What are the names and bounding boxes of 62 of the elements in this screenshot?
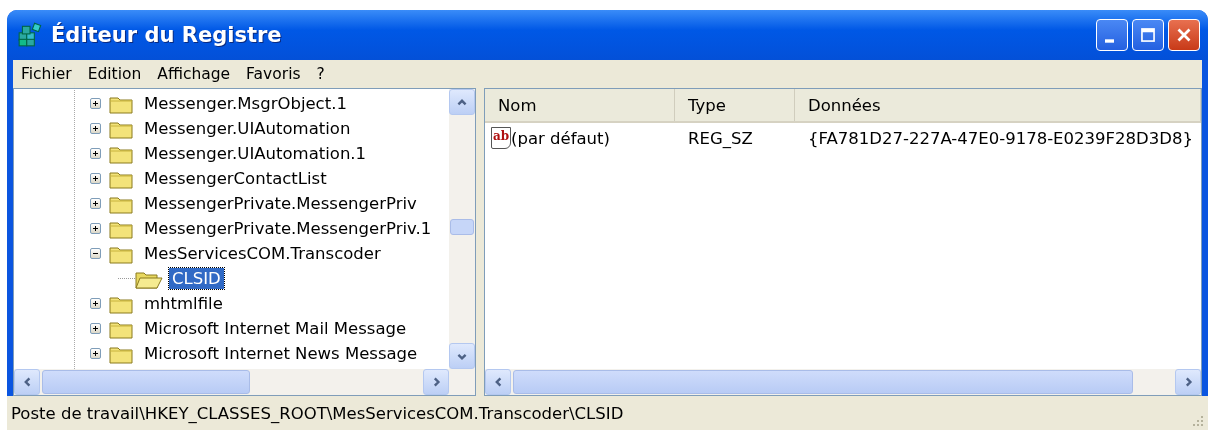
expand-toggle[interactable] [90,298,101,309]
tree-item[interactable]: MessengerContactList [141,168,330,189]
tree-item[interactable]: Microsoft Internet News Message [141,343,421,364]
column-header[interactable]: Type [675,89,795,121]
scroll-down-button[interactable] [449,343,475,369]
expand-toggle[interactable] [90,323,101,334]
column-header[interactable]: Données [795,89,1201,121]
vertical-scrollbar[interactable] [449,89,475,369]
string-value-icon: ab [491,127,511,149]
value-type: REG_SZ [687,128,754,148]
tree-item[interactable]: Messenger.MsgrObject.1 [141,93,350,114]
expand-toggle[interactable] [90,348,101,359]
value-data: {FA781D27-227A-47E0-9178-E0239F28D3D8} [807,128,1194,148]
tree-item[interactable]: MessengerPrivate.MessengerPriv [141,193,420,214]
plus-icon [91,174,100,183]
scroll-up-button[interactable] [449,89,475,115]
tree-item[interactable]: Messenger.UIAutomation.1 [141,143,370,164]
plus-icon [91,124,100,133]
collapse-toggle[interactable] [90,248,101,259]
plus-icon [91,199,100,208]
scroll-thumb[interactable] [42,370,250,394]
close-button[interactable] [1168,19,1200,51]
plus-icon [91,349,100,358]
window-title: Éditeur du Registre [51,23,283,47]
status-path: Poste de travail\HKEY_CLASSES_ROOT\MesServicesCOM.Transcoder\CLSID [11,403,624,423]
expand-toggle[interactable] [90,198,101,209]
scroll-left-button[interactable] [14,369,40,395]
column-header[interactable]: Nom [485,89,675,121]
plus-icon [91,149,100,158]
tree-item[interactable]: CLSID [169,268,224,289]
maximize-button[interactable] [1132,19,1164,51]
scroll-left-button[interactable] [485,369,511,395]
minimize-button[interactable] [1096,19,1128,51]
tree-item[interactable]: MessengerPrivate.MessengerPriv.1 [141,218,435,239]
scroll-right-button[interactable] [1175,369,1201,395]
plus-icon [91,99,100,108]
cubes-icon [17,22,43,48]
expand-toggle[interactable] [90,98,101,109]
scroll-right-button[interactable] [423,369,449,395]
tree-item[interactable]: Microsoft Internet Mail Message [141,318,410,339]
expand-toggle[interactable] [90,148,101,159]
menu-item[interactable]: Affichage [157,65,231,83]
menu-item[interactable]: Edition [87,65,142,83]
tree-item[interactable]: mhtmlfile [141,293,226,314]
expand-toggle[interactable] [90,223,101,234]
scroll-thumb[interactable] [450,219,474,235]
menu-item[interactable]: Favoris [246,65,301,83]
plus-icon [91,299,100,308]
tree-item[interactable]: MesServicesCOM.Transcoder [141,243,384,264]
menu-item[interactable]: ? [316,65,325,83]
plus-icon [91,324,100,333]
menu-item[interactable]: Fichier [21,65,72,83]
resize-grip-icon [1192,415,1204,427]
horizontal-scrollbar[interactable] [485,369,1201,395]
horizontal-scrollbar[interactable] [14,369,475,395]
tree-item[interactable]: Messenger.UIAutomation [141,118,354,139]
scroll-thumb[interactable] [513,370,1133,394]
minimize-icon [1105,39,1114,43]
expand-toggle[interactable] [90,123,101,134]
plus-icon [91,224,100,233]
expand-toggle[interactable] [90,173,101,184]
value-name[interactable]: (par défaut) [511,128,610,148]
